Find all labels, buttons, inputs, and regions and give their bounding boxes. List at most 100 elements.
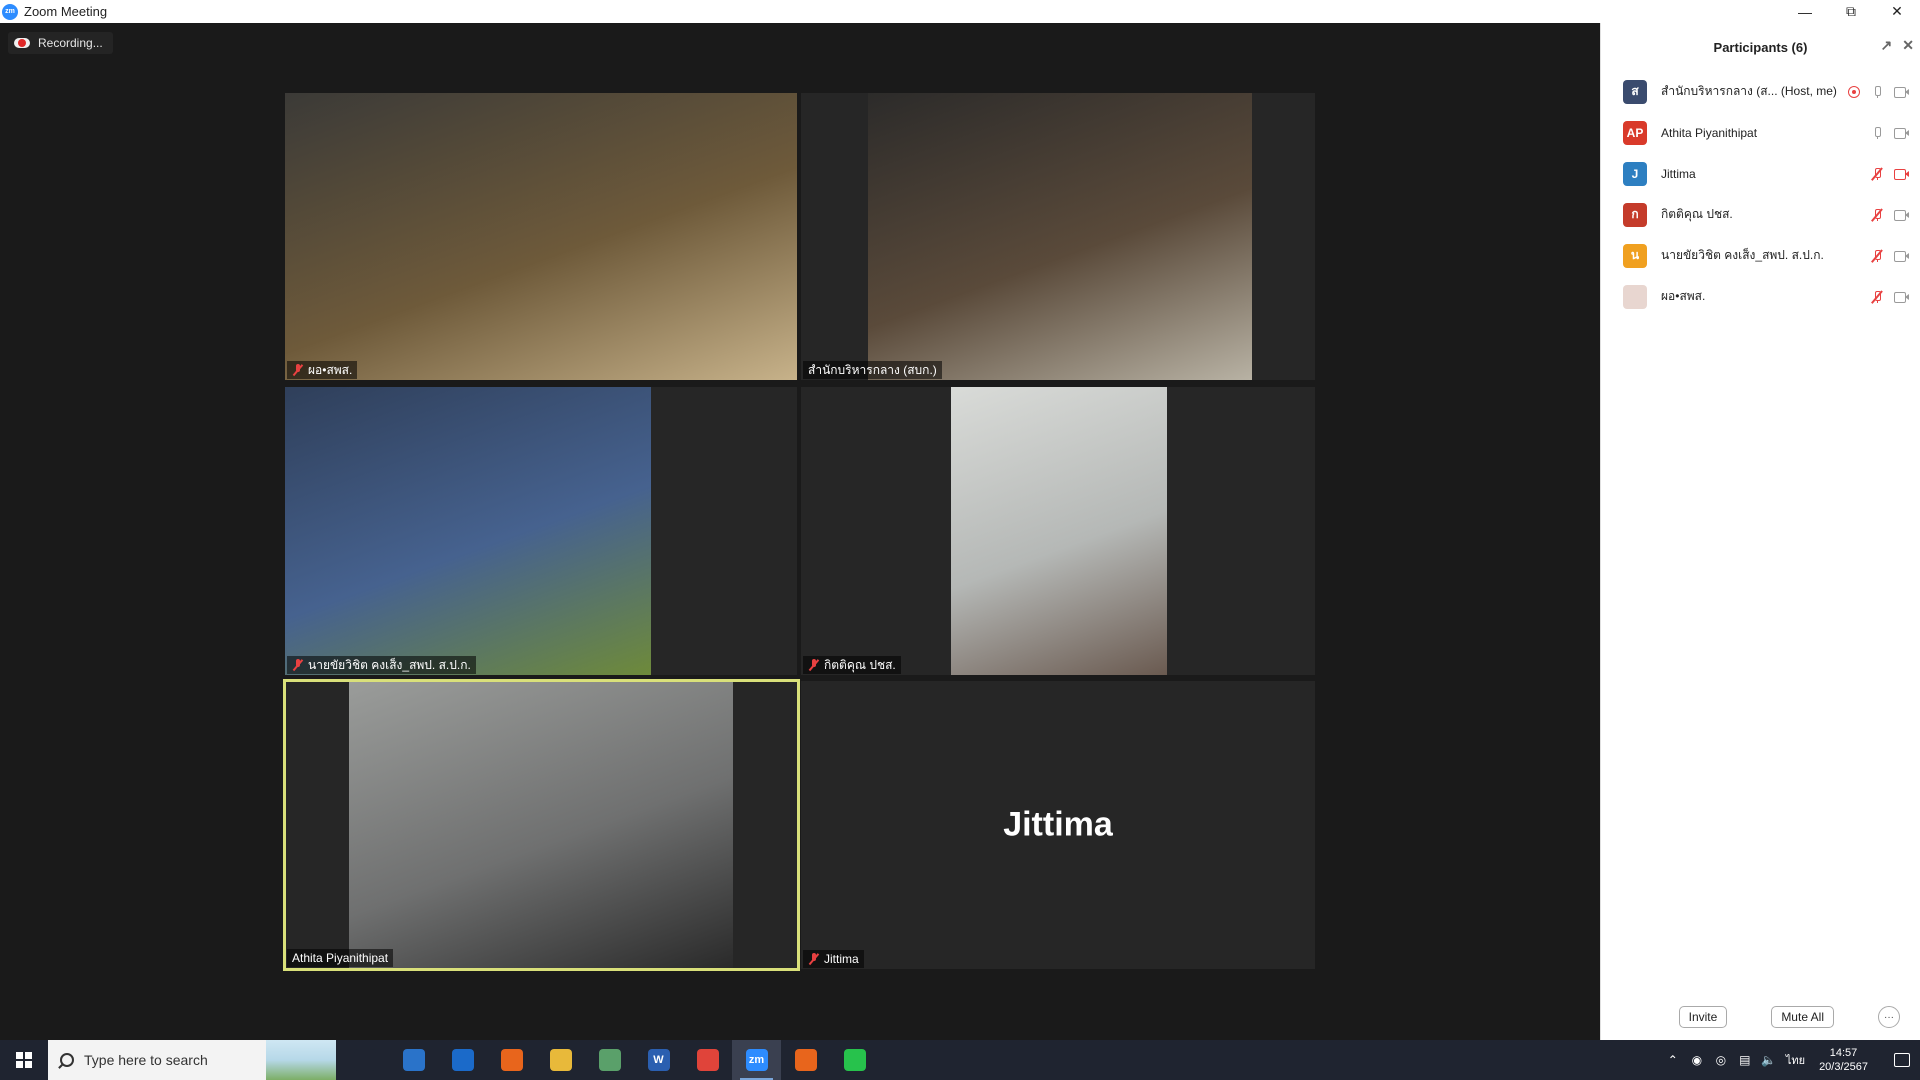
store-icon <box>402 1049 425 1071</box>
taskbar-app[interactable] <box>585 1040 634 1080</box>
participant-row[interactable]: AP Athita Piyanithipat <box>1601 112 1920 153</box>
participant-name: Jittima <box>1661 166 1696 181</box>
cloud-record-icon <box>14 38 30 48</box>
taskbar-app[interactable] <box>683 1040 732 1080</box>
video-tile[interactable]: สำนักบริหารกลาง (สบก.) <box>801 93 1315 380</box>
mail-icon <box>451 1049 474 1071</box>
language-indicator[interactable]: ไทย <box>1786 1051 1805 1069</box>
avatar-photo <box>1623 284 1647 309</box>
tile-name-tag: Jittima <box>803 950 864 968</box>
network-icon[interactable]: ▤ <box>1738 1053 1752 1067</box>
start-button[interactable] <box>0 1040 48 1080</box>
muted-mic-icon <box>808 659 820 671</box>
invite-button[interactable]: Invite <box>1678 1006 1728 1028</box>
tile-name-label: สำนักบริหารกลาง (สบก.) <box>808 362 937 377</box>
participants-header: Participants (6) ↗ ✕ <box>1601 27 1920 67</box>
clock-date: 20/3/2567 <box>1819 1061 1868 1073</box>
recording-icon <box>1848 85 1860 98</box>
participant-name: กิตติคุณ ปชส. <box>1661 207 1733 221</box>
muted-mic-icon <box>292 659 304 671</box>
chevron-up-icon[interactable]: ⌃ <box>1666 1053 1680 1067</box>
search-highlight-image <box>266 1040 336 1080</box>
participant-row[interactable]: ผอ•สพส. <box>1601 276 1920 317</box>
tile-name-tag: ผอ•สพส. <box>287 361 358 379</box>
volume-icon[interactable]: 🔈 <box>1761 1053 1776 1067</box>
avatar: J <box>1623 161 1647 186</box>
tile-name-label: ผอ•สพส. <box>308 362 353 377</box>
tile-name-label: นายขัยวิชิต คงเส็ง_สพป. ส.ป.ก. <box>308 657 471 672</box>
close-icon[interactable]: ✕ <box>1902 37 1914 54</box>
participant-name: ผอ•สพส. <box>1661 289 1706 303</box>
avatar: น <box>1623 243 1647 268</box>
participant-name: นายขัยวิชิต คงเส็ง_สพป. ส.ป.ก. <box>1661 248 1824 262</box>
restore-button[interactable]: ⧉ <box>1828 0 1874 23</box>
participant-status-icons <box>1870 289 1910 304</box>
participant-display-name: Jittima <box>1003 805 1113 844</box>
window-controls: — ⧉ ✕ <box>1782 0 1920 23</box>
mic-icon[interactable] <box>1870 126 1884 140</box>
taskbar-app[interactable] <box>487 1040 536 1080</box>
participant-row[interactable]: น นายขัยวิชิต คงเส็ง_สพป. ส.ป.ก. <box>1601 235 1920 276</box>
tile-name-tag: Athita Piyanithipat <box>287 949 394 967</box>
taskbar-app[interactable] <box>536 1040 585 1080</box>
muted-mic-icon[interactable] <box>1870 166 1884 181</box>
muted-mic-icon[interactable] <box>1870 248 1884 263</box>
participants-title: Participants (6) <box>1713 39 1808 55</box>
task-view-icon <box>353 1049 376 1071</box>
close-window-button[interactable]: ✕ <box>1874 0 1920 23</box>
pinned-apps: Wzm <box>340 1040 879 1080</box>
mic-icon[interactable] <box>1870 85 1884 99</box>
taskbar-search-box[interactable]: Type here to search <box>48 1040 336 1080</box>
clock[interactable]: 14:57 20/3/2567 <box>1819 1046 1868 1074</box>
participant-status-icons <box>1870 207 1910 222</box>
taskbar-app[interactable] <box>438 1040 487 1080</box>
search-placeholder: Type here to search <box>84 1052 208 1068</box>
paint-icon <box>500 1049 523 1071</box>
participant-status-icons <box>1848 85 1910 99</box>
zoom-logo-icon: zm <box>2 3 18 20</box>
muted-mic-icon <box>808 953 820 965</box>
participant-status-icons <box>1870 248 1910 263</box>
panel-header-actions: ↗ ✕ <box>1881 37 1914 54</box>
system-tray: ⌃ ◉ ◎ ▤ 🔈 ไทย 14:57 20/3/2567 <box>1666 1040 1920 1080</box>
mute-all-button[interactable]: Mute All <box>1771 1006 1834 1028</box>
taskbar-app[interactable] <box>389 1040 438 1080</box>
taskbar-app[interactable]: zm <box>732 1040 781 1080</box>
video-tile[interactable]: Jittima Jittima <box>801 681 1315 969</box>
participant-status-icons <box>1870 166 1910 181</box>
participant-row[interactable]: ก กิตติคุณ ปชส. <box>1601 194 1920 235</box>
clock-time: 14:57 <box>1829 1047 1858 1059</box>
taskbar-app[interactable] <box>340 1040 389 1080</box>
taskbar-app[interactable]: W <box>634 1040 683 1080</box>
camera-tray-icon[interactable]: ◉ <box>1690 1053 1704 1067</box>
chrome-icon <box>696 1049 719 1071</box>
video-tile[interactable]: นายขัยวิชิต คงเส็ง_สพป. ส.ป.ก. <box>285 387 797 675</box>
recording-label: Recording... <box>38 36 103 50</box>
recording-indicator[interactable]: Recording... <box>8 32 113 54</box>
notification-icon[interactable] <box>1894 1053 1910 1067</box>
participant-row[interactable]: ส สำนักบริหารกลาง (ส... (Host, me) <box>1601 71 1920 112</box>
tile-name-label: Athita Piyanithipat <box>292 951 389 965</box>
taskbar-app[interactable] <box>781 1040 830 1080</box>
participant-video <box>285 93 797 380</box>
camera-icon <box>1894 209 1910 221</box>
participant-row[interactable]: J Jittima <box>1601 153 1920 194</box>
meeting-area: Recording... ผอ•สพส. สำนักบริหารกลาง (สบ… <box>0 23 1600 1040</box>
more-options-button[interactable]: ··· <box>1878 1006 1900 1028</box>
muted-mic-icon[interactable] <box>1870 289 1884 304</box>
zoom-icon: zm <box>745 1049 768 1071</box>
tile-name-tag: สำนักบริหารกลาง (สบก.) <box>803 361 942 379</box>
video-tile[interactable]: กิตติคุณ ปชส. <box>801 387 1315 675</box>
avatar: ส <box>1623 79 1647 104</box>
video-tile[interactable]: ผอ•สพส. <box>285 93 797 380</box>
mic-tray-icon[interactable]: ◎ <box>1714 1053 1728 1067</box>
muted-mic-icon[interactable] <box>1870 207 1884 222</box>
pop-out-icon[interactable]: ↗ <box>1881 37 1893 54</box>
windows-taskbar: Type here to search Wzm ⌃ ◉ ◎ ▤ 🔈 ไทย 14… <box>0 1040 1920 1080</box>
word-icon: W <box>647 1049 670 1071</box>
participants-footer: Invite Mute All ··· <box>1601 1006 1920 1028</box>
video-tile-active-speaker[interactable]: Athita Piyanithipat <box>283 679 800 971</box>
minimize-button[interactable]: — <box>1782 0 1828 23</box>
taskbar-app[interactable] <box>830 1040 879 1080</box>
tile-name-label: กิตติคุณ ปชส. <box>824 657 896 672</box>
